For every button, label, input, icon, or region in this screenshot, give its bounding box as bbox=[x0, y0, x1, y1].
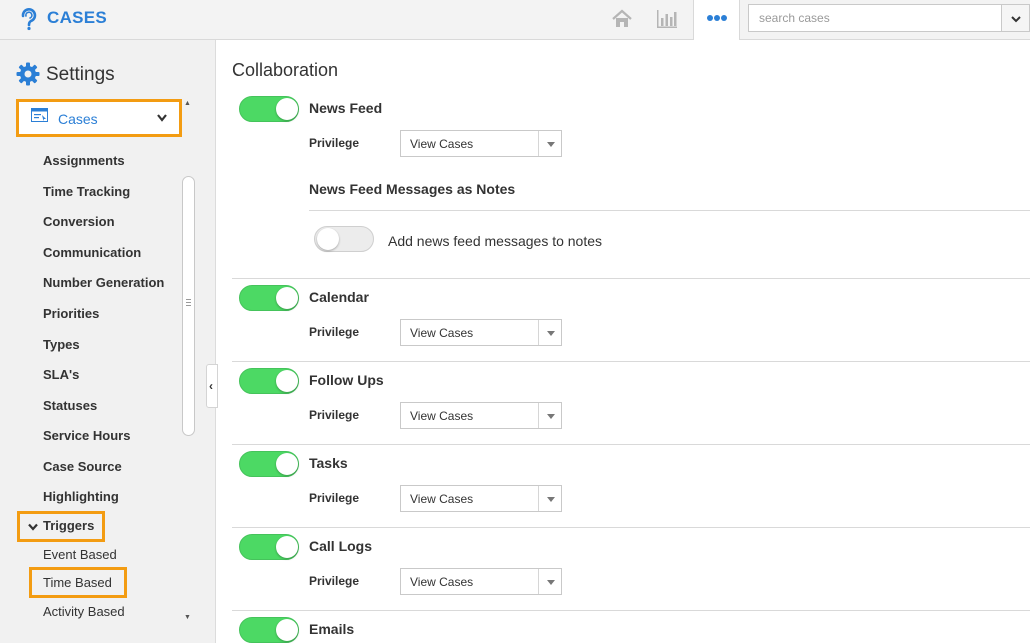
section-title-emails: Emails bbox=[309, 621, 355, 637]
chevron-down-icon bbox=[28, 523, 38, 531]
news-feed-notes-title: News Feed Messages as Notes bbox=[309, 181, 516, 197]
page-title: Collaboration bbox=[232, 60, 339, 80]
app-title[interactable]: CASES bbox=[47, 8, 107, 28]
scrollbar-thumb[interactable] bbox=[182, 176, 195, 436]
calendar-toggle[interactable] bbox=[239, 285, 299, 311]
settings-title: Settings bbox=[46, 64, 115, 85]
gear-icon bbox=[16, 62, 40, 86]
triggers-label: Triggers bbox=[43, 518, 95, 533]
chevron-down-icon bbox=[157, 114, 167, 122]
calendar-privilege-select[interactable]: View Cases bbox=[400, 319, 562, 346]
scroll-up-arrow-icon[interactable]: ▲ bbox=[184, 100, 191, 107]
sidebar-item-service-hours[interactable]: Service Hours bbox=[43, 428, 130, 443]
sidebar-item-time-tracking[interactable]: Time Tracking bbox=[43, 184, 130, 199]
dropdown-arrow-icon bbox=[538, 131, 562, 156]
news-feed-toggle[interactable] bbox=[239, 96, 299, 122]
sidebar-item-types[interactable]: Types bbox=[43, 337, 80, 352]
privilege-label: Privilege bbox=[309, 325, 360, 339]
sidebar-item-case-source[interactable]: Case Source bbox=[43, 459, 122, 474]
sidebar-item-highlighting[interactable]: Highlighting bbox=[43, 489, 119, 504]
search-dropdown-button[interactable] bbox=[1001, 4, 1030, 32]
section-title-tasks: Tasks bbox=[309, 455, 348, 471]
collapse-sidebar-button[interactable]: ‹ bbox=[206, 364, 218, 408]
dropdown-arrow-icon bbox=[538, 320, 562, 345]
chevron-left-icon: ‹ bbox=[209, 379, 213, 393]
section-title-follow-ups: Follow Ups bbox=[309, 372, 384, 388]
divider bbox=[309, 210, 1030, 211]
sidebar-item-statuses[interactable]: Statuses bbox=[43, 398, 97, 413]
more-button[interactable] bbox=[693, 0, 740, 40]
module-select[interactable]: Cases bbox=[16, 99, 182, 137]
follow-ups-toggle[interactable] bbox=[239, 368, 299, 394]
sidebar-item-communication[interactable]: Communication bbox=[43, 245, 141, 260]
sidebar-item-slas[interactable]: SLA's bbox=[43, 367, 79, 382]
dropdown-arrow-icon bbox=[538, 569, 562, 594]
divider bbox=[232, 278, 1030, 279]
module-icon bbox=[31, 108, 48, 122]
chevron-down-icon bbox=[1011, 16, 1021, 23]
bar-chart-icon[interactable] bbox=[656, 8, 678, 30]
privilege-label: Privilege bbox=[309, 136, 360, 150]
emails-toggle[interactable] bbox=[239, 617, 299, 643]
sidebar-item-priorities[interactable]: Priorities bbox=[43, 306, 99, 321]
news-feed-notes-toggle[interactable] bbox=[314, 226, 374, 252]
tasks-privilege-select[interactable]: View Cases bbox=[400, 485, 562, 512]
tasks-toggle[interactable] bbox=[239, 451, 299, 477]
section-title-calendar: Calendar bbox=[309, 289, 369, 305]
divider bbox=[232, 361, 1030, 362]
call-logs-toggle[interactable] bbox=[239, 534, 299, 560]
divider bbox=[232, 527, 1030, 528]
sidebar-subitem-activity-based[interactable]: Activity Based bbox=[43, 604, 125, 619]
follow-ups-privilege-select[interactable]: View Cases bbox=[400, 402, 562, 429]
sidebar-item-triggers[interactable]: Triggers bbox=[17, 511, 105, 542]
sidebar: Settings Cases Assignments Time Tracking… bbox=[0, 40, 216, 643]
sidebar-item-number-generation[interactable]: Number Generation bbox=[43, 275, 164, 290]
section-title-call-logs: Call Logs bbox=[309, 538, 373, 554]
news-feed-notes-label: Add news feed messages to notes bbox=[388, 233, 603, 249]
app-logo-icon[interactable] bbox=[18, 7, 40, 31]
module-label: Cases bbox=[58, 111, 98, 127]
dropdown-arrow-icon bbox=[538, 403, 562, 428]
divider bbox=[232, 444, 1030, 445]
privilege-label: Privilege bbox=[309, 491, 360, 505]
sidebar-item-assignments[interactable]: Assignments bbox=[43, 153, 125, 168]
sidebar-subitem-time-based[interactable]: Time Based bbox=[43, 575, 112, 590]
sidebar-item-conversion[interactable]: Conversion bbox=[43, 214, 115, 229]
scroll-down-arrow-icon[interactable]: ▼ bbox=[184, 614, 191, 621]
privilege-label: Privilege bbox=[309, 408, 360, 422]
news-feed-privilege-select[interactable]: View Cases bbox=[400, 130, 562, 157]
sidebar-subitem-event-based[interactable]: Event Based bbox=[43, 547, 117, 562]
search-input[interactable] bbox=[748, 4, 1002, 32]
top-bar: CASES bbox=[0, 0, 1030, 40]
home-icon[interactable] bbox=[611, 8, 633, 30]
privilege-label: Privilege bbox=[309, 574, 360, 588]
divider bbox=[232, 610, 1030, 611]
section-title-news-feed: News Feed bbox=[309, 100, 383, 116]
dropdown-arrow-icon bbox=[538, 486, 562, 511]
call-logs-privilege-select[interactable]: View Cases bbox=[400, 568, 562, 595]
